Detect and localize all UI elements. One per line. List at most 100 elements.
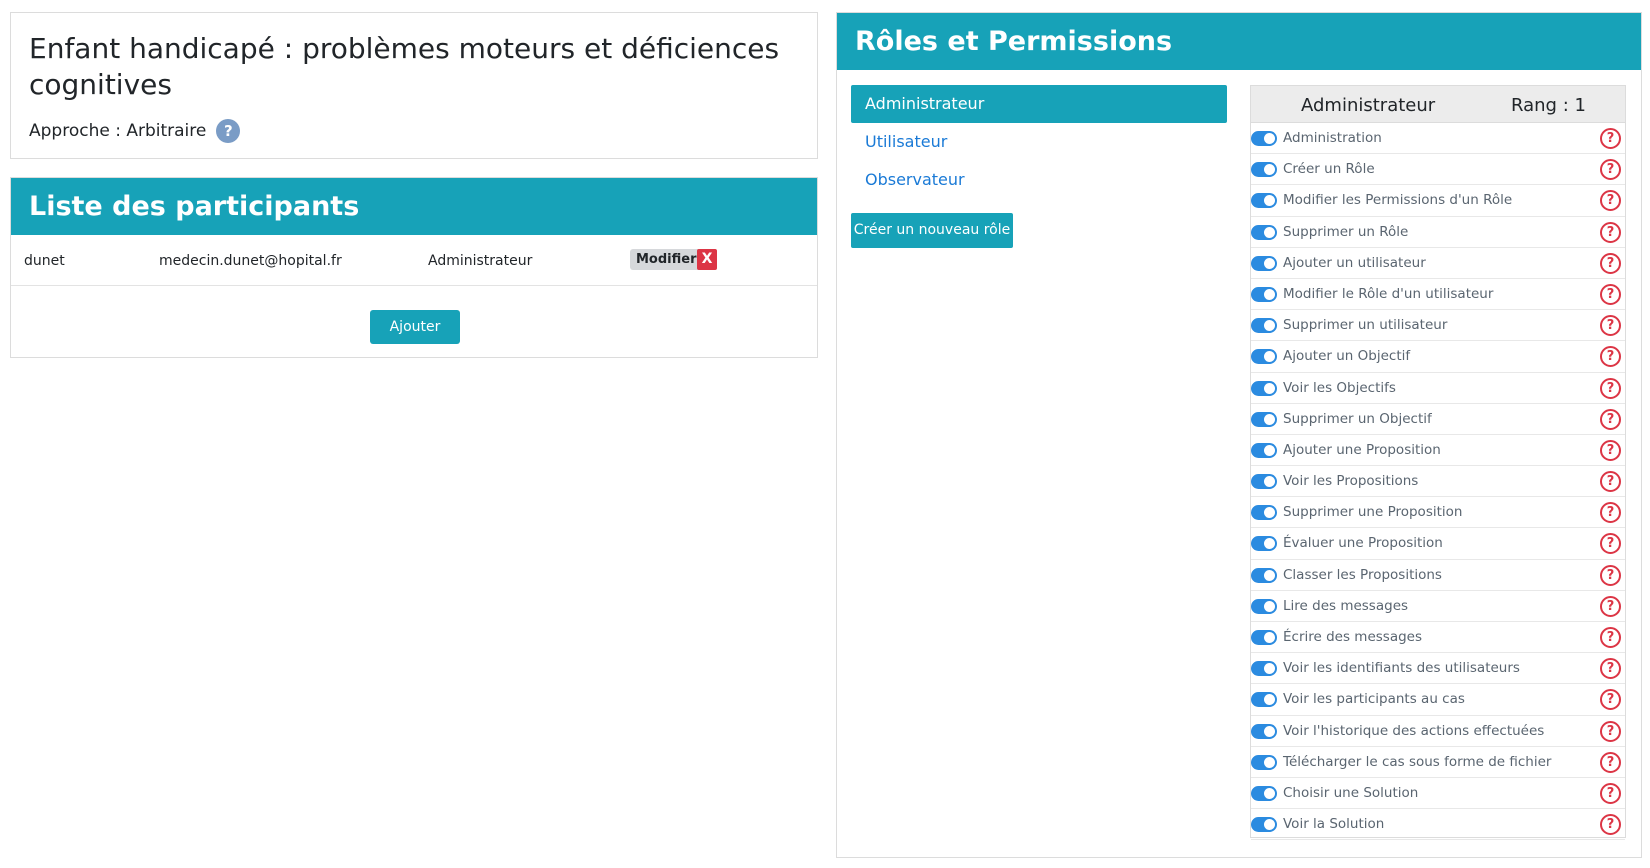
permission-label: Supprimer un Rôle [1283,223,1409,240]
permission-row: Évaluer une Proposition? [1251,528,1625,560]
permission-toggle[interactable] [1251,754,1277,770]
question-circle-icon[interactable]: ? [1600,502,1621,524]
question-circle-icon[interactable]: ? [1600,283,1621,305]
permission-toggle[interactable] [1251,380,1277,396]
permission-row: Ajouter une Proposition? [1251,435,1625,467]
permission-row: Voir les identifiants des utilisateurs? [1251,653,1625,685]
question-circle-icon[interactable]: ? [1600,564,1621,586]
permission-toggle[interactable] [1251,318,1277,334]
permission-toggle[interactable] [1251,411,1277,427]
permission-toggle[interactable] [1251,785,1277,801]
permission-label: Classer les Propositions [1283,566,1442,583]
permission-label: Télécharger le cas sous forme de fichier [1283,753,1552,770]
permission-row: Modifier les Permissions d'un Rôle? [1251,185,1625,217]
permission-label: Voir les Objectifs [1283,379,1396,396]
roles-heading: Rôles et Permissions [837,13,1641,70]
permission-row: Voir les Objectifs? [1251,373,1625,404]
selected-role-name: Administrateur [1301,95,1436,116]
participant-role: Administrateur [428,253,533,269]
question-circle-icon[interactable]: ? [1600,159,1621,181]
question-circle-icon[interactable]: ? [1600,782,1621,804]
permission-label: Modifier le Rôle d'un utilisateur [1283,285,1494,302]
permission-toggle[interactable] [1251,817,1277,833]
help-icon[interactable]: ? [216,119,241,143]
approach-label: Approche : Arbitraire [29,121,207,141]
permission-toggle[interactable] [1251,442,1277,458]
question-circle-icon[interactable]: ? [1600,190,1621,212]
permission-row: Voir la Solution? [1251,809,1625,841]
permission-row: Télécharger le cas sous forme de fichier… [1251,747,1625,778]
permission-label: Voir l'historique des actions effectuées [1283,722,1545,739]
permission-row: Classer les Propositions? [1251,560,1625,591]
permission-row: Créer un Rôle? [1251,154,1625,186]
permission-row: Choisir une Solution? [1251,778,1625,810]
permission-toggle[interactable] [1251,162,1277,178]
permission-toggle[interactable] [1251,692,1277,708]
permission-toggle[interactable] [1251,224,1277,240]
add-participant-button[interactable]: Ajouter [370,310,460,344]
permission-toggle[interactable] [1251,536,1277,552]
approach-row: Approche : Arbitraire ? [29,119,241,143]
permission-row: Administration? [1251,123,1625,155]
question-circle-icon[interactable]: ? [1600,377,1621,399]
participants-heading: Liste des participants [11,178,817,235]
question-circle-icon[interactable]: ? [1600,346,1621,368]
permission-row: Supprimer un Objectif? [1251,404,1625,435]
question-circle-icon[interactable]: ? [1600,627,1621,648]
permission-toggle[interactable] [1251,286,1277,302]
permission-toggle[interactable] [1251,349,1277,365]
permission-label: Modifier les Permissions d'un Rôle [1283,192,1513,209]
question-circle-icon[interactable]: ? [1600,408,1621,430]
question-circle-icon[interactable]: ? [1600,439,1621,461]
permission-toggle[interactable] [1251,567,1277,583]
case-info-card: Enfant handicapé : problèmes moteurs et … [10,12,818,159]
role-item[interactable]: Observateur [851,161,1227,199]
permissions-header: Administrateur Rang : 1 [1251,86,1625,123]
case-title: Enfant handicapé : problèmes moteurs et … [29,32,780,101]
delete-participant-button[interactable]: X [697,249,717,270]
participant-name: dunet [24,253,65,269]
permission-label: Choisir une Solution [1283,784,1419,801]
question-circle-icon[interactable]: ? [1600,689,1621,711]
question-circle-icon[interactable]: ? [1600,814,1621,836]
permissions-list: Administration? Créer un Rôle? Modifier le… [1251,123,1625,841]
permission-label: Évaluer une Proposition [1283,535,1443,552]
role-item[interactable]: Utilisateur [851,123,1227,161]
role-item[interactable]: Administrateur [851,85,1227,123]
permission-label: Écrire des messages [1283,629,1423,645]
permission-toggle[interactable] [1251,661,1277,677]
permission-toggle[interactable] [1251,630,1277,645]
permission-toggle[interactable] [1251,723,1277,739]
question-circle-icon[interactable]: ? [1600,720,1621,742]
question-circle-icon[interactable]: ? [1600,315,1621,337]
question-circle-icon[interactable]: ? [1600,221,1621,243]
question-circle-icon[interactable]: ? [1600,658,1621,680]
permission-label: Supprimer une Proposition [1283,504,1463,521]
permission-toggle[interactable] [1251,193,1277,209]
permission-label: Ajouter un Objectif [1283,348,1411,365]
modify-participant-button[interactable]: Modifier [630,249,703,270]
permission-toggle[interactable] [1251,131,1277,146]
permission-row: Écrire des messages? [1251,622,1625,654]
question-circle-icon[interactable]: ? [1600,751,1621,773]
permission-toggle[interactable] [1251,598,1277,614]
permission-label: Ajouter une Proposition [1283,441,1441,458]
permission-row: Voir l'historique des actions effectuées… [1251,716,1625,747]
permission-label: Lire des messages [1283,597,1409,614]
permission-label: Créer un Rôle [1283,161,1375,178]
permission-toggle[interactable] [1251,505,1277,521]
permission-row: Ajouter un utilisateur? [1251,248,1625,279]
permission-toggle[interactable] [1251,474,1277,490]
create-role-button[interactable]: Créer un nouveau rôle [851,213,1013,248]
question-circle-icon[interactable]: ? [1600,252,1621,274]
permission-toggle[interactable] [1251,255,1277,271]
question-circle-icon[interactable]: ? [1600,533,1621,555]
question-circle-icon[interactable]: ? [1600,471,1621,493]
permission-label: Voir les identifiants des utilisateurs [1283,660,1520,677]
participant-email: medecin.dunet@hopital.fr [159,253,342,269]
question-circle-icon[interactable]: ? [1600,595,1621,617]
permission-label: Voir les participants au cas [1283,691,1465,708]
permission-row: Modifier le Rôle d'un utilisateur? [1251,279,1625,311]
role-list: Administrateur Utilisateur Observateur [851,85,1227,199]
question-circle-icon[interactable]: ? [1600,128,1621,149]
